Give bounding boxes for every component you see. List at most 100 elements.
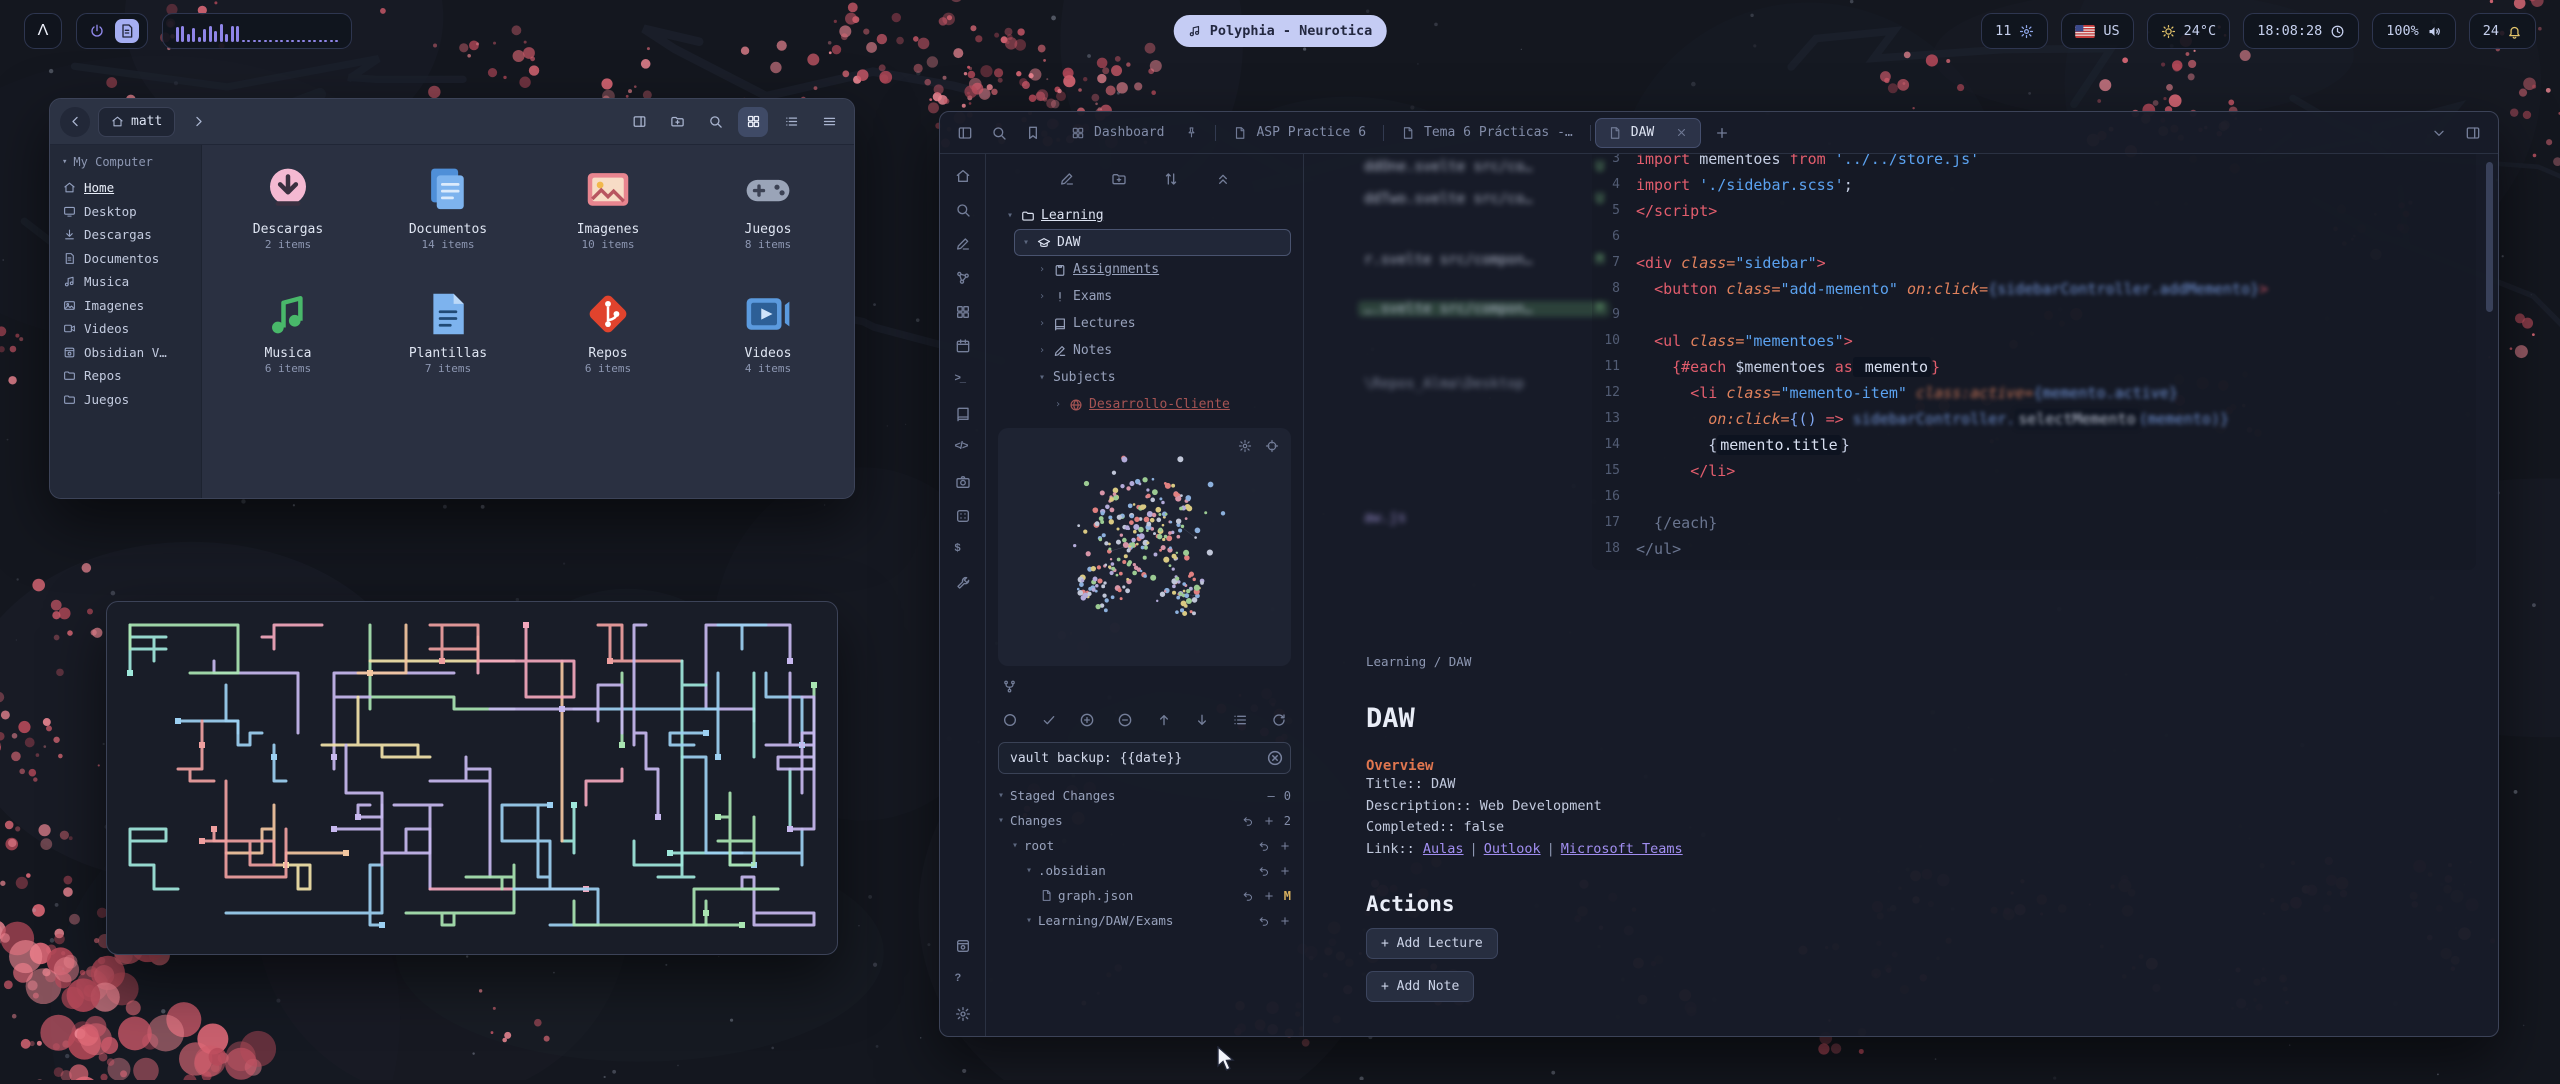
ribbon-book-button[interactable] bbox=[953, 404, 973, 424]
menu-button[interactable] bbox=[814, 107, 844, 137]
volume-widget[interactable]: 100% bbox=[2372, 13, 2456, 49]
tree-item-learning[interactable]: ▾Learning bbox=[998, 202, 1291, 229]
tree-item-daw[interactable]: ▾DAW bbox=[1014, 229, 1291, 256]
folder-item-repos[interactable]: Repos6 items bbox=[528, 281, 688, 405]
tree-item-assignments[interactable]: ›Assignments bbox=[1030, 256, 1291, 283]
ribbon-terminal-button[interactable]: >_ bbox=[953, 370, 973, 390]
sidebar-item-imagenes[interactable]: Imagenes bbox=[50, 294, 201, 318]
git-row-root[interactable]: ▾root bbox=[998, 833, 1291, 858]
git-row-graph-json[interactable]: graph.jsonM bbox=[998, 883, 1291, 908]
ribbon-grid4-button[interactable] bbox=[953, 302, 973, 322]
bookmarks-button[interactable] bbox=[1020, 120, 1046, 146]
notifications-widget[interactable]: 24 bbox=[2469, 13, 2536, 49]
tab-asp-practice-6[interactable]: ASP Practice 6 bbox=[1220, 118, 1379, 148]
app-launcher-button[interactable]: Λ bbox=[24, 13, 62, 49]
new-folder-button[interactable] bbox=[662, 107, 692, 137]
notes-button[interactable] bbox=[115, 19, 139, 43]
tree-item-notes[interactable]: ›Notes bbox=[1030, 337, 1291, 364]
sidebar-item-musica[interactable]: Musica bbox=[50, 270, 201, 294]
ribbon-camera-button[interactable] bbox=[953, 472, 973, 492]
git-circleic-button[interactable] bbox=[998, 707, 1022, 733]
clock-widget[interactable]: 18:08:28 bbox=[2243, 13, 2359, 49]
grid-view-button[interactable] bbox=[738, 107, 768, 137]
sidebar-item-home[interactable]: Home bbox=[50, 176, 201, 200]
folder-item-juegos[interactable]: Juegos8 items bbox=[688, 157, 848, 281]
tab-tema-6-pr-cticas[interactable]: Tema 6 Prácticas -… bbox=[1388, 118, 1586, 148]
breadcrumb[interactable]: matt bbox=[98, 107, 175, 137]
power-button[interactable] bbox=[85, 19, 109, 43]
git-row-obsidian[interactable]: ▾.obsidian bbox=[998, 858, 1291, 883]
graph-settings-button[interactable] bbox=[1236, 437, 1254, 455]
git-plus-c-button[interactable] bbox=[1075, 707, 1099, 733]
tab-daw[interactable]: DAW bbox=[1595, 118, 1701, 148]
git-down-button[interactable] bbox=[1190, 707, 1214, 733]
undo-icon[interactable] bbox=[1242, 815, 1254, 827]
folder-item-documentos[interactable]: Documentos14 items bbox=[368, 157, 528, 281]
undo-icon[interactable] bbox=[1242, 890, 1254, 902]
media-player-widget[interactable]: Polyphia - Neurotica bbox=[1174, 15, 1387, 47]
ribbon-home-button[interactable] bbox=[953, 166, 973, 186]
search-button[interactable] bbox=[700, 107, 730, 137]
git-list-button[interactable] bbox=[1228, 707, 1252, 733]
clear-message-icon[interactable] bbox=[1266, 749, 1284, 767]
toggle-right-sidebar-button[interactable] bbox=[2460, 120, 2486, 146]
ribbon-dice-button[interactable] bbox=[953, 506, 973, 526]
git-refresh-button[interactable] bbox=[1267, 707, 1291, 733]
folder-item-descargas[interactable]: Descargas2 items bbox=[208, 157, 368, 281]
link-microsoft-teams[interactable]: Microsoft Teams bbox=[1561, 841, 1683, 857]
tree-item-lectures[interactable]: ›Lectures bbox=[1030, 310, 1291, 337]
git-check-button[interactable] bbox=[1036, 707, 1060, 733]
ribbon-code-button[interactable]: </> bbox=[953, 438, 973, 458]
git-minus-c-button[interactable] bbox=[1113, 707, 1137, 733]
plus-icon[interactable] bbox=[1263, 815, 1275, 827]
sidebar-item-obsidian-v[interactable]: Obsidian V… bbox=[50, 341, 201, 365]
explorer-sort-button[interactable] bbox=[1158, 166, 1184, 192]
git-row-learning-daw-exams[interactable]: ▾Learning/DAW/Exams bbox=[998, 908, 1291, 933]
forward-button[interactable] bbox=[183, 107, 213, 137]
folder-item-imagenes[interactable]: Imagenes10 items bbox=[528, 157, 688, 281]
sidebar-item-desktop[interactable]: Desktop bbox=[50, 200, 201, 224]
folder-item-plantillas[interactable]: Plantillas7 items bbox=[368, 281, 528, 405]
sidebar-item-videos[interactable]: Videos bbox=[50, 317, 201, 341]
weather-widget[interactable]: 24°C bbox=[2147, 13, 2231, 49]
back-button[interactable] bbox=[60, 107, 90, 137]
git-up-button[interactable] bbox=[1152, 707, 1176, 733]
editor-scrollbar[interactable] bbox=[2486, 162, 2493, 312]
tree-item-subjects[interactable]: ▾Subjects bbox=[1030, 364, 1291, 391]
split-view-button[interactable] bbox=[624, 107, 654, 137]
sidebar-item-juegos[interactable]: Juegos bbox=[50, 388, 201, 412]
sidebar-item-descargas[interactable]: Descargas bbox=[50, 223, 201, 247]
quick-search-button[interactable] bbox=[986, 120, 1012, 146]
tree-item-exams[interactable]: ›Exams bbox=[1030, 283, 1291, 310]
tree-item-desarrollo-cliente[interactable]: ›Desarrollo-Cliente bbox=[1046, 391, 1291, 418]
keyboard-layout-widget[interactable]: US bbox=[2061, 13, 2133, 49]
list-view-button[interactable] bbox=[776, 107, 806, 137]
add-note-button[interactable]: + Add Note bbox=[1366, 971, 1474, 1002]
graph-fork-toggle-button[interactable] bbox=[998, 675, 1020, 697]
commit-message-input[interactable] bbox=[998, 742, 1291, 774]
toggle-left-sidebar-button[interactable] bbox=[952, 120, 978, 146]
link-outlook[interactable]: Outlook bbox=[1484, 841, 1541, 857]
ribbon-help-button[interactable]: ? bbox=[953, 970, 973, 990]
explorer-folder-plus-button[interactable] bbox=[1106, 166, 1132, 192]
folder-item-musica[interactable]: Musica6 items bbox=[208, 281, 368, 405]
git-row-changes[interactable]: ▾Changes2 bbox=[998, 808, 1291, 833]
new-tab-button[interactable] bbox=[1709, 120, 1735, 146]
undo-icon[interactable] bbox=[1258, 915, 1270, 927]
ribbon-dollar-button[interactable]: $ bbox=[953, 540, 973, 560]
ribbon-search-button[interactable] bbox=[953, 200, 973, 220]
git-row-staged-changes[interactable]: ▾Staged Changes—0 bbox=[998, 783, 1291, 808]
plus-icon[interactable] bbox=[1279, 915, 1291, 927]
plus-icon[interactable] bbox=[1279, 840, 1291, 852]
graph-view-canvas[interactable] bbox=[998, 428, 1291, 666]
add-lecture-button[interactable]: + Add Lecture bbox=[1366, 928, 1498, 959]
sidebar-item-documentos[interactable]: Documentos bbox=[50, 247, 201, 271]
ribbon-box-button[interactable] bbox=[953, 936, 973, 956]
code-block[interactable]: 3import mementoes from '../../store.js'4… bbox=[1592, 154, 2476, 570]
plus-icon[interactable] bbox=[1263, 890, 1275, 902]
tab-list-button[interactable] bbox=[2426, 120, 2452, 146]
close-icon[interactable] bbox=[1675, 126, 1688, 139]
sidebar-item-repos[interactable]: Repos bbox=[50, 364, 201, 388]
tab-dashboard[interactable]: Dashboard bbox=[1058, 118, 1211, 148]
plus-icon[interactable] bbox=[1279, 865, 1291, 877]
